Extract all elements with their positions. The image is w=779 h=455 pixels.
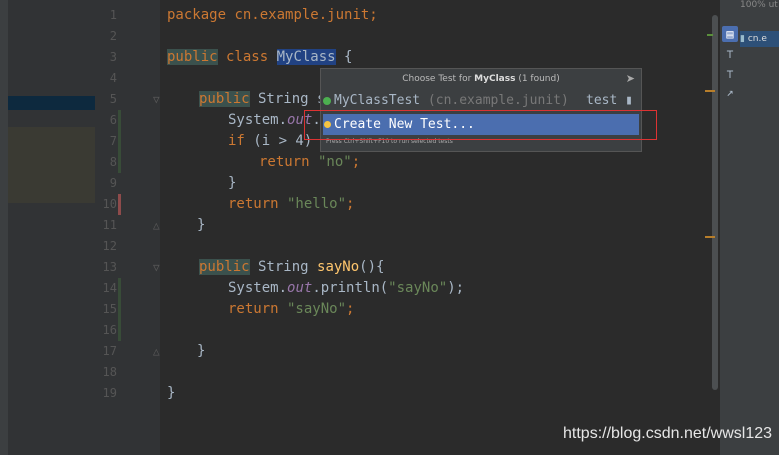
class-name: MyClass <box>276 49 336 65</box>
error-stripe-mark[interactable] <box>705 236 715 238</box>
line-number: 10 <box>102 197 117 211</box>
package-name: cn.example.junit; <box>226 7 378 23</box>
change-marker[interactable] <box>118 110 121 173</box>
code-line: public String sayNo(){ <box>199 257 384 278</box>
code-text: String <box>249 259 318 275</box>
sort-icon[interactable]: ⊤ <box>722 46 738 62</box>
line-number: 15 <box>102 302 117 316</box>
popup-title-suffix: (1 found) <box>515 74 560 84</box>
keyword: class <box>217 49 277 65</box>
filter-icon[interactable]: ⊤ <box>722 66 738 82</box>
test-class-icon <box>323 96 331 105</box>
code-text: { <box>335 49 353 65</box>
error-stripe-mark[interactable] <box>707 34 713 36</box>
code-text: System. <box>228 112 288 128</box>
code-line: } <box>197 217 206 233</box>
code-text: .println( <box>312 280 389 296</box>
fold-icon[interactable]: △ <box>153 215 160 236</box>
popup-title-class: MyClass <box>474 74 516 84</box>
change-marker[interactable] <box>118 194 121 215</box>
test-package: (cn.example.junit) <box>420 93 569 108</box>
popup-title-prefix: Choose Test for <box>402 74 475 84</box>
line-number: 8 <box>109 155 117 169</box>
test-module: test ▮ <box>586 90 633 111</box>
module-name: test <box>586 93 618 108</box>
fold-icon[interactable]: ▽ <box>153 89 160 110</box>
structure-tree-item[interactable]: ▮ cn.e <box>740 31 779 47</box>
method-name: sayNo <box>317 259 360 275</box>
string-literal: "sayNo" <box>388 280 448 296</box>
code-line: return "hello"; <box>228 194 354 215</box>
code-line: package cn.example.junit; <box>167 5 378 26</box>
change-marker[interactable] <box>118 278 121 341</box>
line-number: 2 <box>109 29 117 43</box>
project-panel <box>8 0 95 455</box>
line-number: 19 <box>102 386 117 400</box>
keyword: return <box>228 196 279 212</box>
line-number: 18 <box>102 365 117 379</box>
code-line: } <box>167 385 176 401</box>
structure-item-label: cn.e <box>747 34 767 44</box>
scrollbar-thumb[interactable] <box>712 15 718 390</box>
code-text: ; <box>346 196 355 212</box>
keyword: return <box>259 154 310 170</box>
line-number: 4 <box>109 71 117 85</box>
highlight-box <box>304 110 657 140</box>
line-number: 16 <box>102 323 117 337</box>
keyword: public <box>199 91 250 107</box>
watermark: https://blog.csdn.net/wwsl123 <box>563 425 773 442</box>
string-literal: "no" <box>309 154 352 170</box>
code-line: public class MyClass { <box>167 47 352 68</box>
test-item-myclasstest[interactable]: MyClassTest (cn.example.junit) test ▮ <box>323 90 639 111</box>
folder-icon: ▮ <box>625 93 633 108</box>
line-number: 17 <box>102 344 117 358</box>
code-text: ; <box>346 301 355 317</box>
structure-panel: 100% ut ▮ cn.e <box>740 0 779 455</box>
test-class-name: MyClassTest <box>334 93 421 108</box>
keyword: package <box>167 7 227 23</box>
line-number: 11 <box>102 218 117 232</box>
project-panel-selected-row[interactable] <box>8 96 95 110</box>
code-text: ); <box>447 280 465 296</box>
keyword: public <box>199 259 250 275</box>
line-number: 13 <box>102 260 117 274</box>
project-panel-band <box>8 127 95 203</box>
fold-icon[interactable]: △ <box>153 341 160 362</box>
string-literal: "sayNo" <box>278 301 347 317</box>
left-tool-strip <box>0 0 8 455</box>
line-number: 14 <box>102 281 117 295</box>
editor-gutter: 1 2 3 4 5 6 7 8 9 10 11 12 13 14 15 16 1… <box>95 0 160 455</box>
popup-title: Choose Test for MyClass (1 found) ➤ <box>321 69 641 89</box>
keyword: if <box>228 133 245 149</box>
package-icon: ▮ <box>740 34 745 44</box>
code-line: System.out.println("sayNo"); <box>228 278 464 299</box>
static-field: out <box>287 280 313 296</box>
code-line: return "no"; <box>259 152 360 173</box>
structure-panel-header: 100% ut <box>740 0 779 20</box>
code-text: ; <box>351 154 361 170</box>
structure-toolbar: ▤ ⊤ ⊤ ↗ <box>720 0 740 455</box>
line-number: 6 <box>109 113 117 127</box>
keyword: return <box>228 301 279 317</box>
code-text: (){ <box>359 259 385 275</box>
keyword: public <box>167 49 218 65</box>
code-line: return "sayNo"; <box>228 299 354 320</box>
line-number: 5 <box>109 92 117 106</box>
editor-scrollbar[interactable] <box>705 0 720 455</box>
structure-icon[interactable]: ▤ <box>722 26 738 42</box>
code-text: System. <box>228 280 288 296</box>
pin-icon[interactable]: ➤ <box>626 69 635 89</box>
code-line: public String sa <box>199 89 334 110</box>
line-number: 12 <box>102 239 117 253</box>
line-number: 1 <box>109 8 117 22</box>
code-line: } <box>197 343 206 359</box>
line-number: 3 <box>109 50 117 64</box>
code-line: } <box>228 175 237 191</box>
error-stripe-mark[interactable] <box>705 90 715 92</box>
string-literal: "hello" <box>278 196 347 212</box>
expand-icon[interactable]: ↗ <box>722 84 738 100</box>
line-number: 9 <box>109 176 117 190</box>
line-number: 7 <box>109 134 117 148</box>
fold-icon[interactable]: ▽ <box>153 257 160 278</box>
